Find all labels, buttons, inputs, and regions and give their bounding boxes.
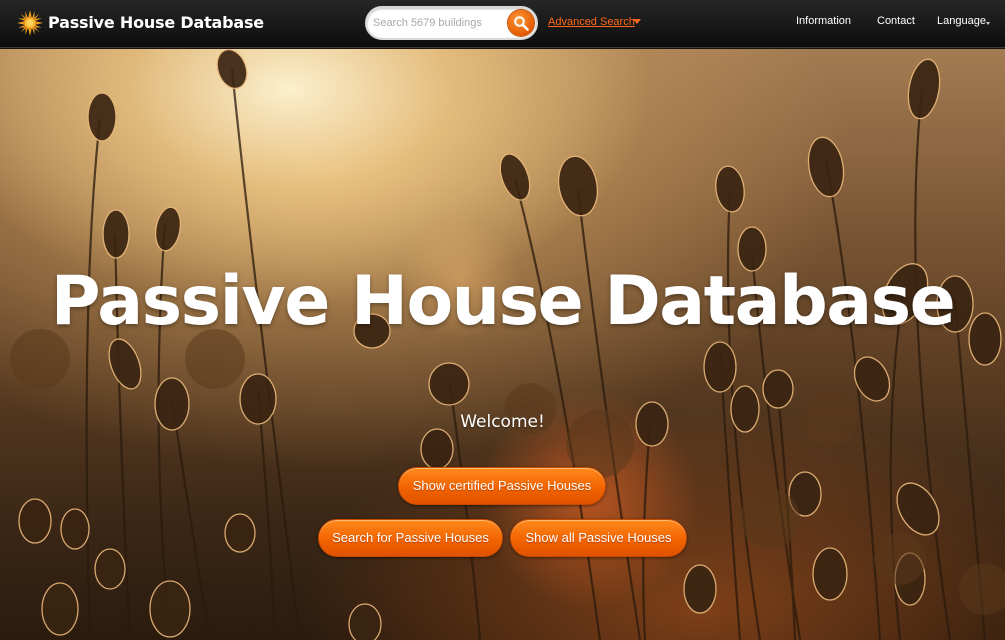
advanced-search-link[interactable]: Advanced Search (548, 16, 635, 28)
nav-information[interactable]: Information (796, 15, 851, 27)
magnifier-icon (514, 16, 529, 31)
search-box (365, 6, 538, 40)
hero-banner: Passive House Database Welcome! Show cer… (0, 49, 1005, 640)
search-passive-houses-button[interactable]: Search for Passive Houses (318, 519, 503, 557)
hero-background-grass-image (10, 49, 1005, 640)
sun-logo-icon[interactable] (17, 10, 43, 36)
search-button[interactable] (508, 10, 534, 36)
caret-down-icon[interactable] (633, 19, 641, 24)
hero-title: Passive House Database (50, 262, 956, 341)
brand-title[interactable]: Passive House Database (48, 13, 264, 32)
nav-language[interactable]: Language (937, 15, 986, 27)
show-all-button[interactable]: Show all Passive Houses (510, 519, 687, 557)
show-certified-button[interactable]: Show certified Passive Houses (398, 467, 606, 505)
search-input[interactable] (373, 14, 501, 32)
top-navbar: Passive House Database Advanced Search I… (0, 0, 1005, 48)
nav-contact[interactable]: Contact (877, 15, 915, 27)
language-caret-icon[interactable] (986, 22, 990, 25)
welcome-text: Welcome! (460, 412, 545, 432)
